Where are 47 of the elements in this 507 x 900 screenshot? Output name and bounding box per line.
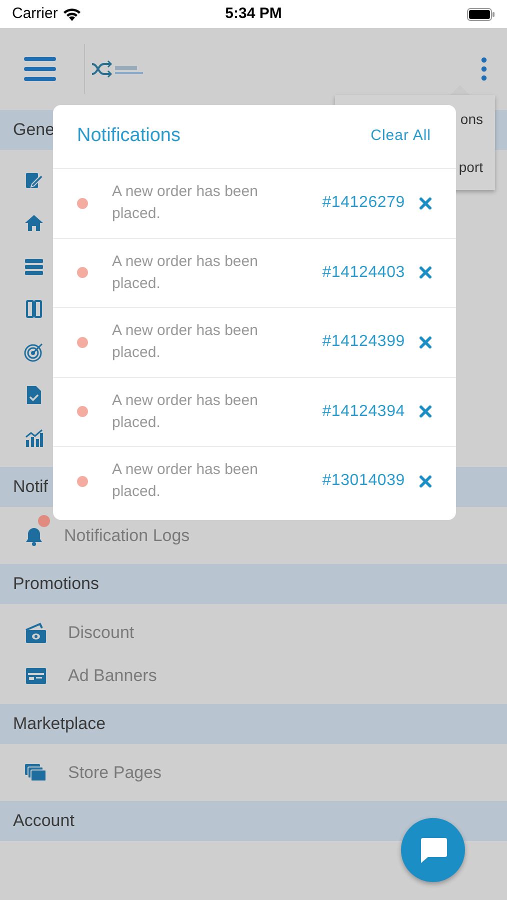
order-link[interactable]: #14124399 xyxy=(322,330,405,354)
sidebar-item[interactable]: Discount xyxy=(68,620,134,646)
close-icon xyxy=(419,336,432,349)
sidebar-item[interactable]: Ad Banners xyxy=(68,662,157,688)
status-time: 5:34 PM xyxy=(224,4,283,24)
order-link[interactable]: #14124394 xyxy=(322,400,405,424)
money-icon xyxy=(24,622,48,644)
badge-dot xyxy=(38,514,50,527)
notification-message: A new order has been placed. xyxy=(112,460,259,502)
section-title: Account xyxy=(13,810,74,832)
menu-item[interactable]: ons xyxy=(460,109,483,130)
document-check-icon xyxy=(24,384,44,404)
more-icon xyxy=(481,56,487,81)
panel-title: Notifications xyxy=(77,124,180,148)
notification-message: A new order has been placed. xyxy=(112,252,259,294)
chart-icon xyxy=(24,428,44,448)
menu-icon xyxy=(24,56,56,82)
notification-message: A new order has been placed. xyxy=(112,321,259,364)
order-link[interactable]: #13014039 xyxy=(322,469,405,494)
notification-message: A new order has been placed. xyxy=(112,182,259,224)
menu-item[interactable]: port xyxy=(458,157,483,178)
section-title: Promotions xyxy=(13,573,99,596)
order-link[interactable]: #14124403 xyxy=(322,260,405,285)
wifi-icon xyxy=(62,6,82,22)
chat-icon xyxy=(418,836,448,864)
battery-icon xyxy=(467,8,495,20)
close-icon xyxy=(419,196,432,210)
chat-button[interactable] xyxy=(401,818,465,882)
sidebar-item[interactable]: Store Pages xyxy=(68,760,162,786)
section-title: Gene xyxy=(13,119,55,142)
close-icon xyxy=(419,405,432,418)
notification-message: A new order has been placed. xyxy=(112,390,259,433)
carrier-name: Carrier xyxy=(12,4,58,24)
close-icon xyxy=(419,474,432,488)
pages-icon xyxy=(24,762,48,784)
sidebar-item[interactable]: Notification Logs xyxy=(64,522,190,548)
home-icon xyxy=(24,212,44,232)
close-icon xyxy=(419,266,432,280)
clear-all-button[interactable]: Clear All xyxy=(370,125,431,148)
bell-icon xyxy=(24,526,44,546)
section-title: Marketplace xyxy=(13,713,106,736)
target-icon xyxy=(24,342,44,362)
more-button[interactable] xyxy=(481,56,487,82)
order-link[interactable]: #14126279 xyxy=(322,191,405,216)
book-icon xyxy=(24,298,44,318)
section-title: Notif xyxy=(13,476,48,498)
menu-button[interactable] xyxy=(24,56,56,82)
